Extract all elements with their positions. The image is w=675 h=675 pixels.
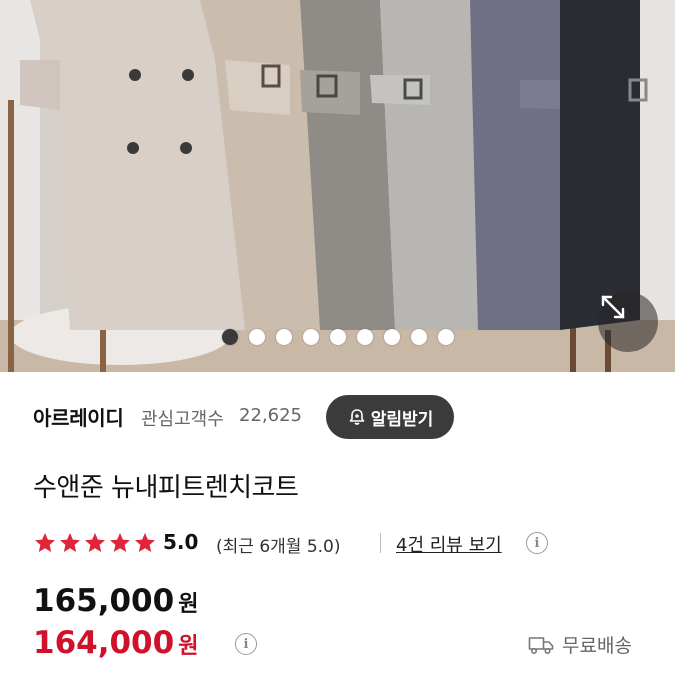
- favorites-count: 22,625: [239, 405, 302, 426]
- currency-unit: 원: [178, 592, 199, 617]
- rating-stars: [33, 531, 157, 555]
- shipping-info[interactable]: 무료배송: [528, 631, 632, 658]
- shipping-label: 무료배송: [562, 635, 632, 657]
- bell-plus-icon: [349, 409, 365, 425]
- review-link[interactable]: 4건 리뷰 보기: [396, 531, 502, 557]
- sale-price: 164,000 원: [33, 625, 198, 661]
- carousel-dot[interactable]: [437, 329, 454, 345]
- alarm-button-label: 알림받기: [370, 409, 434, 430]
- favorites-label: 관심고객수: [141, 409, 224, 430]
- carousel-dot[interactable]: [356, 329, 373, 345]
- trench-coats-photo: [0, 0, 675, 372]
- star-icon: [60, 533, 80, 552]
- expand-arrows-icon: [601, 295, 625, 319]
- carousel-dot[interactable]: [275, 329, 292, 345]
- carousel-dot[interactable]: [302, 329, 319, 345]
- star-icon: [35, 533, 55, 552]
- rating-info-icon[interactable]: i: [526, 532, 548, 554]
- truck-icon: [528, 636, 554, 654]
- star-icon: [135, 533, 155, 552]
- carousel-pagination: [0, 329, 675, 347]
- star-icon: [110, 533, 130, 552]
- expand-image-button[interactable]: [598, 292, 658, 352]
- store-name[interactable]: 아르레이디: [33, 402, 124, 431]
- subscribe-alarm-button[interactable]: 알림받기: [326, 395, 454, 439]
- rating-recent: (최근 6개월 5.0): [216, 537, 341, 557]
- carousel-dot[interactable]: [248, 329, 265, 345]
- original-price-value: 165,000: [33, 583, 175, 619]
- carousel-dot[interactable]: [383, 329, 400, 345]
- sale-price-value: 164,000: [33, 625, 175, 661]
- divider: [380, 533, 381, 553]
- currency-unit: 원: [178, 634, 199, 659]
- carousel-dot[interactable]: [221, 329, 238, 345]
- rating-score: 5.0: [163, 530, 199, 554]
- carousel-dot[interactable]: [329, 329, 346, 345]
- product-image-carousel[interactable]: [0, 0, 675, 372]
- carousel-dot[interactable]: [410, 329, 427, 345]
- product-title: 수앤준 뉴내피트렌치코트: [33, 473, 299, 503]
- original-price: 165,000 원: [33, 583, 198, 619]
- price-info-icon[interactable]: i: [235, 633, 257, 655]
- star-icon: [85, 533, 105, 552]
